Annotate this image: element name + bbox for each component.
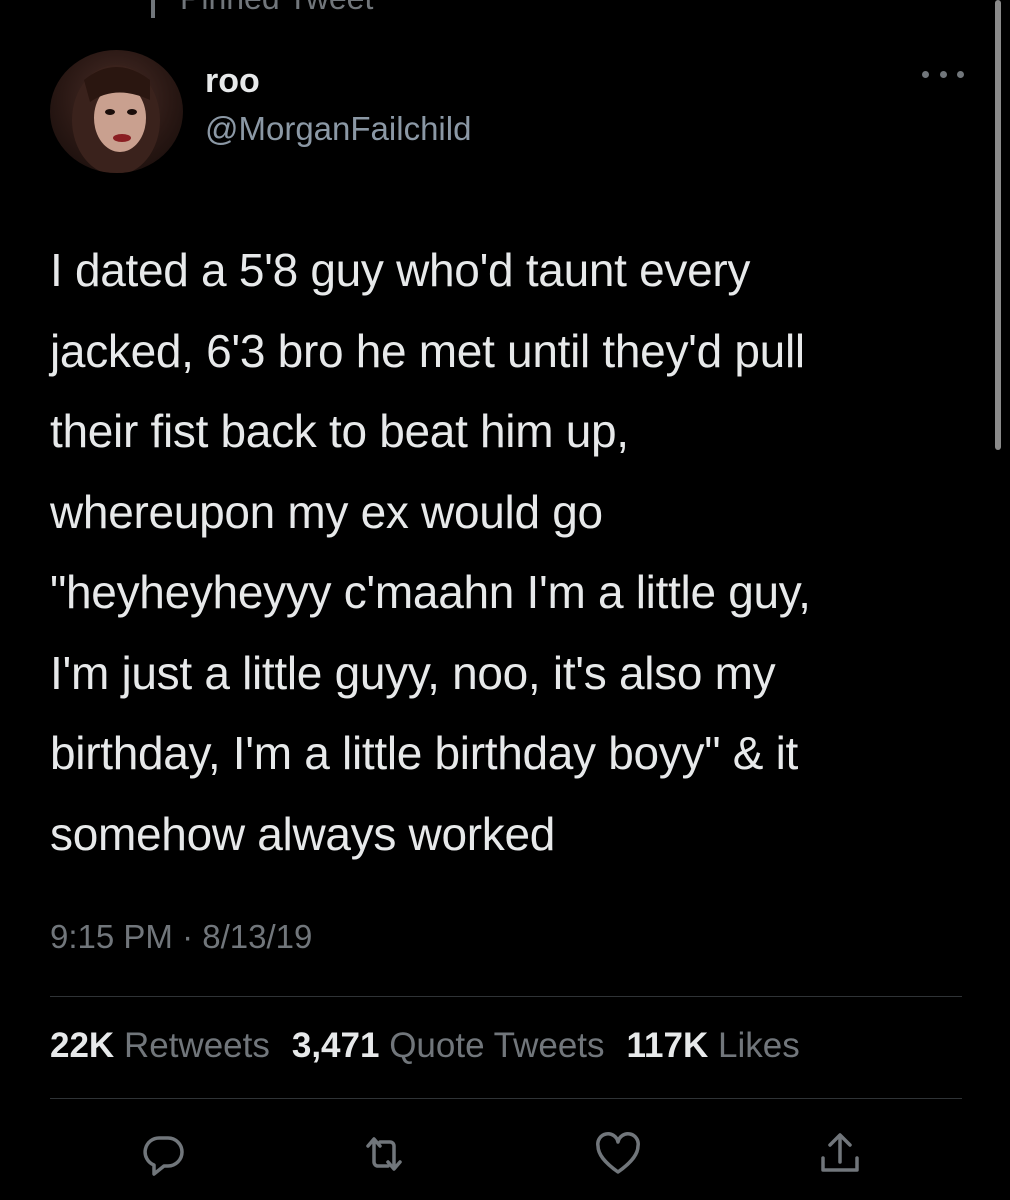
tweet-line: somehow always worked [50,807,556,860]
like-icon[interactable] [594,1130,642,1178]
avatar[interactable] [50,50,183,173]
tweet-line: whereupon my ex would go [50,485,603,538]
tweet-line: jacked, 6'3 bro he met until they'd pull [50,324,805,377]
likes-label: Likes [718,1026,800,1065]
pinned-label: Pinned Tweet [180,0,373,17]
quote-tweets-stat[interactable]: 3,471 Quote Tweets [292,1026,605,1066]
quote-tweets-count: 3,471 [291,1026,380,1065]
engagement-stats: 22K Retweets 3,471 Quote Tweets 117K Lik… [50,1026,800,1066]
reply-icon[interactable] [140,1130,188,1178]
scrollbar[interactable] [995,0,1001,450]
share-icon[interactable] [816,1130,864,1178]
likes-count: 117K [626,1026,709,1065]
tweet-actions [0,1130,1010,1180]
tweet-text: I dated a 5'8 guy who'd taunt every jack… [50,230,970,874]
retweets-count: 22K [50,1026,115,1065]
retweet-icon[interactable] [360,1130,408,1178]
more-icon[interactable] [922,62,964,86]
quote-tweets-label: Quote Tweets [389,1026,605,1065]
likes-stat[interactable]: 117K Likes [627,1026,800,1066]
tweet-line: I dated a 5'8 guy who'd taunt every [50,244,751,296]
divider [50,996,962,997]
tweet-line: birthday, I'm a little birthday boyy" & … [50,727,798,779]
pin-icon [140,0,166,18]
tweet-line: their fist back to beat him up, [50,405,629,457]
author-name[interactable]: roo [205,62,260,101]
pinned-tweet-indicator: Pinned Tweet [140,0,373,18]
divider [50,1098,962,1099]
tweet-line: I'm just a little guyy, noo, it's also m… [50,646,776,699]
author-handle: @MorganFailchild [205,110,472,147]
tweet-timestamp[interactable]: 9:15 PM · 8/13/19 [50,918,312,956]
retweets-stat[interactable]: 22K Retweets [50,1026,270,1066]
retweets-label: Retweets [123,1026,270,1065]
tweet-line: "heyheyheyyy c'maahn I'm a little guy, [50,566,811,618]
